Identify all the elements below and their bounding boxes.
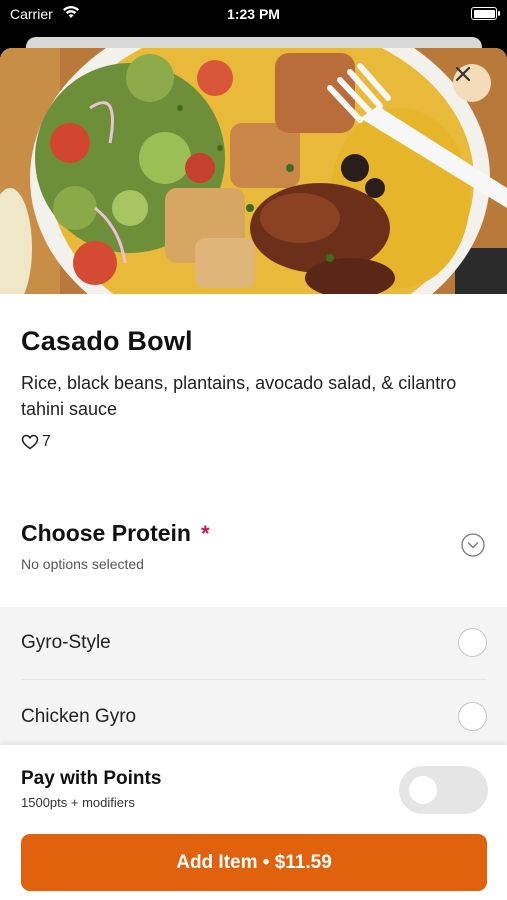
choose-protein-heading[interactable]: Choose Protein * — [21, 520, 210, 547]
toggle-knob — [409, 776, 437, 804]
option-label: Gyro-Style — [21, 632, 111, 653]
radio-button[interactable] — [458, 702, 487, 731]
item-title: Casado Bowl — [21, 326, 193, 356]
clock: 1:23 PM — [227, 6, 280, 22]
protein-option-chicken-gyro[interactable]: Chicken Gyro — [0, 681, 507, 753]
food-photo — [0, 48, 507, 294]
pay-with-points-toggle[interactable] — [399, 766, 488, 814]
like-count: 7 — [42, 433, 51, 450]
order-footer: Pay with Points 1500pts + modifiers Add … — [0, 745, 507, 900]
protein-option-gyro-style[interactable]: Gyro-Style — [0, 607, 507, 680]
chevron-down-icon[interactable] — [461, 533, 485, 557]
radio-button[interactable] — [458, 628, 487, 657]
item-detail-sheet: Casado Bowl Rice, black beans, plantains… — [0, 48, 507, 900]
option-label: Chicken Gyro — [21, 706, 137, 727]
choose-protein-title: Choose Protein — [21, 520, 191, 546]
close-icon — [455, 66, 471, 82]
heart-outline-icon — [21, 434, 39, 450]
like-button[interactable]: 7 — [21, 433, 51, 451]
status-bar: Carrier 1:23 PM — [0, 0, 507, 30]
required-asterisk: * — [200, 521, 210, 546]
points-cost: 1500pts + modifiers — [21, 795, 135, 810]
item-description: Rice, black beans, plantains, avocado sa… — [21, 373, 457, 419]
pay-with-points-label: Pay with Points — [21, 768, 162, 789]
close-button[interactable] — [453, 64, 491, 102]
protein-options-list: Gyro-Style Chicken Gyro — [0, 607, 507, 747]
battery-icon — [471, 7, 500, 20]
divider — [21, 679, 487, 680]
protein-selection-status: No options selected — [21, 556, 144, 572]
add-item-button[interactable]: Add Item • $11.59 — [21, 834, 487, 891]
